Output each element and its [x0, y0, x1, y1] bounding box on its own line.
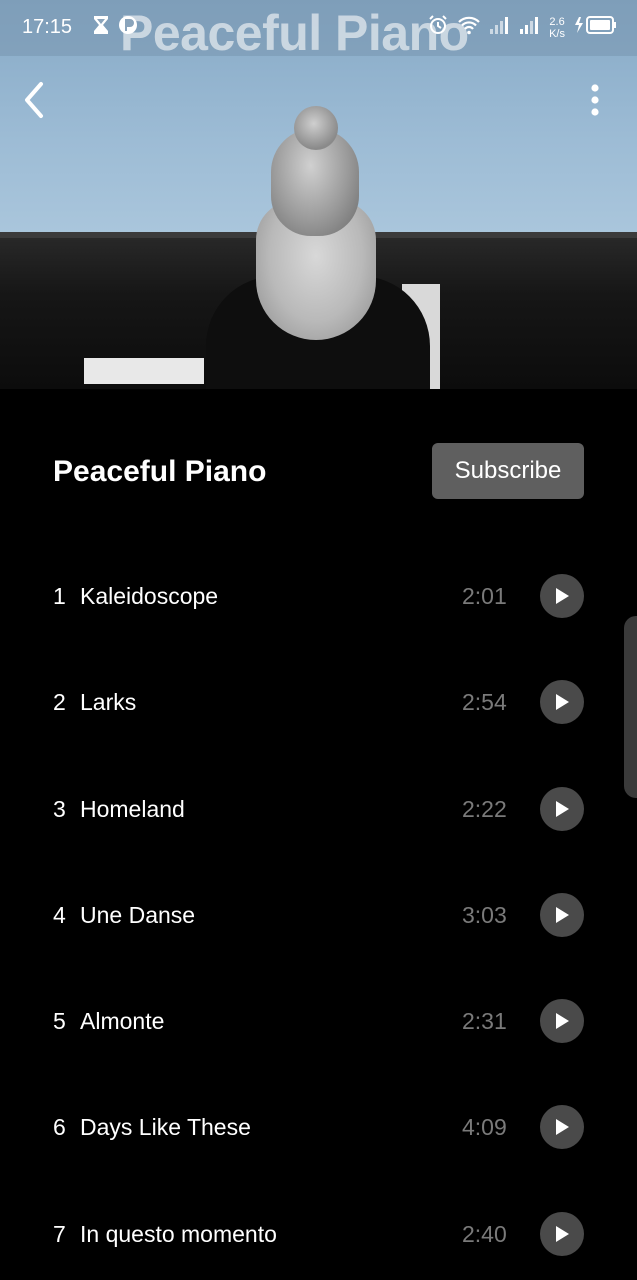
track-title[interactable]: Almonte [80, 1008, 164, 1035]
status-bar: Peaceful Piano 17:15 2.6 K/s [0, 0, 637, 61]
track-row[interactable]: 4 Une Danse 3:03 [0, 863, 637, 969]
track-row[interactable]: 6 Days Like These 4:09 [0, 1075, 637, 1181]
subscribe-button[interactable]: Subscribe [432, 443, 584, 499]
play-icon [556, 906, 569, 923]
track-row[interactable]: 1 Kaleidoscope 2:01 [0, 544, 637, 650]
track-title[interactable]: Larks [80, 689, 136, 716]
track-duration: 2:54 [462, 689, 507, 716]
play-button[interactable] [540, 892, 584, 937]
playlist-title: Peaceful Piano [53, 455, 267, 488]
track-row[interactable]: 7 In questo momento 2:40 [0, 1182, 637, 1280]
scroll-handle[interactable] [624, 616, 637, 798]
track-number: 4 [53, 901, 66, 928]
wifi-icon [457, 15, 481, 40]
track-number: 3 [53, 795, 66, 822]
play-icon [556, 588, 569, 604]
track-row[interactable]: 2 Larks 2:54 [0, 650, 637, 756]
track-duration: 2:01 [462, 583, 507, 609]
status-time: 17:15 [22, 16, 73, 38]
play-button[interactable] [540, 574, 584, 618]
play-icon [556, 1225, 569, 1242]
p-app-icon [118, 14, 138, 41]
hourglass-icon [92, 15, 110, 40]
track-duration: 3:03 [462, 901, 507, 928]
play-icon [556, 694, 569, 711]
track-number: 6 [53, 1114, 66, 1141]
track-title[interactable]: Homeland [80, 796, 185, 823]
track-title[interactable]: Kaleidoscope [80, 583, 218, 610]
track-number: 5 [53, 1008, 66, 1035]
track-duration: 2:40 [462, 1220, 507, 1247]
signal-icon-2 [519, 16, 541, 39]
play-button[interactable] [540, 1105, 584, 1150]
chevron-left-icon [25, 82, 43, 118]
play-icon [556, 1119, 569, 1136]
battery-charging-icon [573, 14, 617, 41]
track-duration: 2:31 [462, 1008, 507, 1035]
more-options-button[interactable] [578, 80, 612, 120]
play-icon [556, 800, 569, 817]
playlist-content: Peaceful Piano Subscribe 1 Kaleidoscope … [0, 389, 637, 1280]
track-row[interactable]: 5 Almonte 2:31 [0, 969, 637, 1075]
play-button[interactable] [540, 1211, 584, 1256]
track-title[interactable]: In questo momento [80, 1221, 277, 1248]
track-duration: 2:22 [462, 795, 507, 822]
track-number: 1 [53, 583, 66, 609]
track-title[interactable]: Days Like These [80, 1114, 251, 1141]
status-overlay-title: Peaceful Piano [120, 5, 469, 61]
track-number: 7 [53, 1220, 66, 1247]
network-speed: 2.6 K/s [549, 15, 565, 40]
alarm-icon [427, 14, 449, 41]
track-duration: 4:09 [462, 1114, 507, 1141]
play-button[interactable] [540, 786, 584, 831]
play-button[interactable] [540, 680, 584, 725]
track-number: 2 [53, 689, 66, 716]
back-button[interactable] [14, 78, 54, 122]
play-button[interactable] [540, 999, 584, 1044]
track-row[interactable]: 3 Homeland 2:22 [0, 757, 637, 863]
signal-icon [489, 16, 511, 39]
play-icon [556, 1013, 569, 1030]
track-list: 1 Kaleidoscope 2:01 2 Larks 2:54 3 Homel… [0, 544, 637, 1280]
track-title[interactable]: Une Danse [80, 902, 195, 929]
more-vertical-icon [591, 84, 599, 116]
